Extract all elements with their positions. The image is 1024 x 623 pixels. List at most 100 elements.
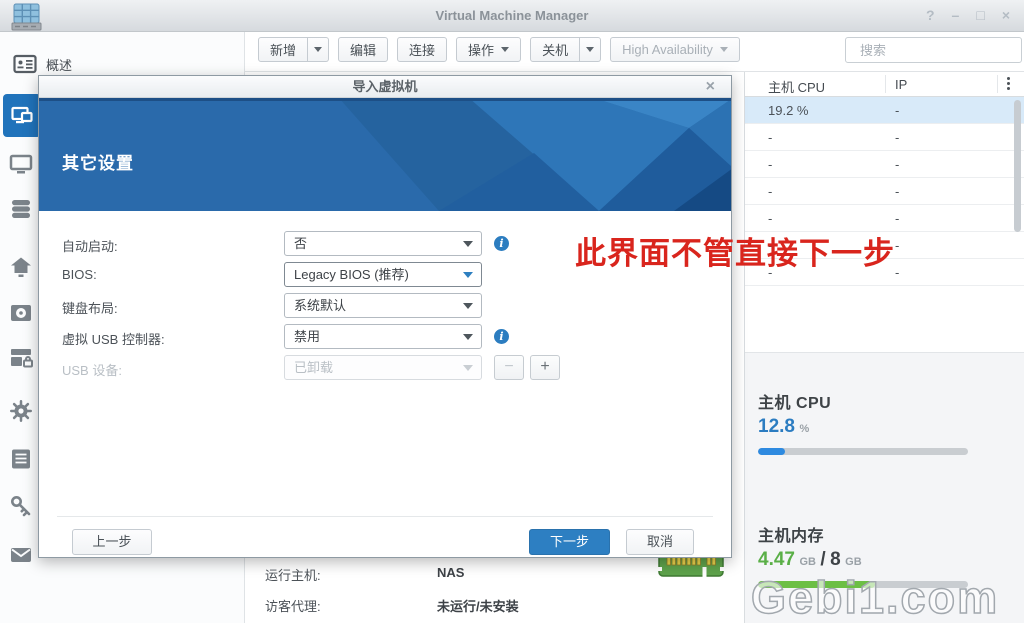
host-cpu-unit: % [799, 423, 809, 435]
virtual-machine-icon [10, 104, 34, 128]
chevron-down-icon [720, 47, 728, 52]
key-icon [9, 494, 33, 518]
sidebar-item-settings[interactable] [9, 399, 35, 425]
chevron-down-icon [463, 241, 473, 247]
log-list-icon [9, 447, 33, 471]
edit-button[interactable]: 编辑 [338, 37, 388, 62]
add-split-button: 新增 [258, 37, 329, 62]
high-availability-button[interactable]: High Availability [610, 37, 740, 62]
chevron-down-icon [586, 47, 594, 52]
sidebar-item-virtual-machine[interactable] [3, 94, 41, 137]
field-label: BIOS: [62, 267, 97, 282]
network-home-icon [9, 255, 33, 279]
form-row-usb-device: USB 设备: 已卸载 − + [39, 355, 731, 381]
autostart-select[interactable]: 否 [284, 231, 482, 256]
tutorial-annotation: 此界面不管直接下一步 [575, 228, 895, 273]
add-button[interactable]: 新增 [258, 37, 308, 62]
detail-label: 访客代理: [265, 596, 425, 615]
window-titlebar: Virtual Machine Manager ? – □ × [0, 0, 1024, 32]
dialog-section-title: 其它设置 [62, 149, 134, 174]
sidebar-item-protection[interactable] [9, 346, 35, 372]
usb-device-select: 已卸载 [284, 355, 482, 380]
table-row[interactable]: - - [745, 151, 1024, 178]
host-cpu-bar [758, 448, 968, 455]
close-window-button[interactable]: × [1002, 7, 1010, 24]
back-button[interactable]: 上一步 [72, 529, 152, 555]
add-dropdown-button[interactable] [308, 37, 329, 62]
info-icon[interactable]: i [494, 236, 509, 251]
dialog-close-button[interactable]: × [706, 76, 715, 97]
host-memory-total: 8 [830, 549, 841, 570]
column-ip[interactable]: IP [895, 77, 907, 92]
table-row[interactable]: - - [745, 124, 1024, 151]
table-scrollbar[interactable] [1014, 100, 1021, 232]
monitor-icon [9, 152, 33, 176]
action-button[interactable]: 操作 [456, 37, 521, 62]
maximize-button[interactable]: □ [976, 7, 984, 24]
add-usb-button[interactable]: + [530, 355, 560, 380]
shutdown-split-button: 关机 [530, 37, 601, 62]
table-row[interactable]: 19.2 % - [745, 97, 1024, 124]
vmm-window: Virtual Machine Manager ? – □ × 新增 编辑 连接… [0, 0, 1024, 623]
help-button[interactable]: ? [926, 7, 935, 24]
chevron-down-icon [463, 272, 473, 278]
shutdown-button[interactable]: 关机 [530, 37, 580, 62]
overview-card-icon [13, 52, 37, 76]
disk-image-icon [9, 301, 33, 325]
table-row[interactable]: - - [745, 178, 1024, 205]
search-input[interactable] [860, 43, 1024, 58]
dialog-title: 导入虚拟机 [352, 79, 417, 94]
field-label: 虚拟 USB 控制器: [62, 329, 165, 348]
gear-icon [9, 399, 33, 423]
column-menu-icon[interactable] [1007, 77, 1010, 80]
chevron-down-icon [501, 47, 509, 52]
form-row-usb-controller: 虚拟 USB 控制器: 禁用 i [39, 324, 731, 350]
keyboard-layout-select[interactable]: 系统默认 [284, 293, 482, 318]
host-memory-title: 主机内存 [758, 522, 968, 546]
window-title: Virtual Machine Manager [0, 8, 1024, 23]
sidebar-overview-label: 概述 [46, 55, 72, 74]
cancel-button[interactable]: 取消 [626, 529, 694, 555]
form-row-keyboard: 键盘布局: 系统默认 [39, 293, 731, 319]
chevron-down-icon [463, 303, 473, 309]
sidebar-item-log[interactable] [9, 447, 35, 473]
sidebar-item-image[interactable] [9, 301, 35, 327]
shutdown-dropdown-button[interactable] [580, 37, 601, 62]
connect-button[interactable]: 连接 [397, 37, 447, 62]
bios-select[interactable]: Legacy BIOS (推荐) [284, 262, 482, 287]
host-cpu-stat: 主机 CPU 12.8 % [758, 389, 968, 455]
import-vm-dialog: 导入虚拟机 × 其它设置 自动启动: 否 [38, 75, 732, 558]
minimize-button[interactable]: – [952, 7, 960, 24]
remove-usb-button[interactable]: − [494, 355, 524, 380]
detail-label: 运行主机: [265, 565, 425, 584]
column-host-cpu[interactable]: 主机 CPU [768, 77, 825, 96]
sidebar-item-storage[interactable] [9, 197, 35, 223]
info-icon[interactable]: i [494, 329, 509, 344]
sidebar-item-overview[interactable]: 概述 [13, 52, 72, 76]
chevron-down-icon [314, 47, 322, 52]
server-lock-icon [9, 346, 33, 370]
host-cpu-title: 主机 CPU [758, 389, 968, 413]
detail-value: NAS [437, 565, 464, 580]
sidebar-item-license[interactable] [9, 494, 35, 520]
sidebar-item-network[interactable] [9, 255, 35, 281]
detail-value: 未运行/未安装 [437, 596, 519, 615]
watermark: Gebi1.com [751, 572, 999, 623]
search-box [845, 37, 1022, 63]
dialog-footer: 上一步 下一步 取消 [57, 516, 713, 517]
sidebar-item-notification[interactable] [9, 543, 35, 569]
chevron-down-icon [463, 365, 473, 371]
host-cpu-value: 12.8 [758, 416, 795, 437]
next-button[interactable]: 下一步 [529, 529, 610, 555]
dialog-banner: 其它设置 [39, 98, 731, 211]
host-cpu-bar-fill [758, 448, 785, 455]
host-memory-used: 4.47 [758, 549, 795, 570]
dialog-titlebar: 导入虚拟机 × [39, 76, 731, 98]
field-label: 键盘布局: [62, 298, 118, 317]
vm-table-header: 主机 CPU IP [745, 72, 1024, 97]
field-label: USB 设备: [62, 360, 122, 379]
usb-controller-select[interactable]: 禁用 [284, 324, 482, 349]
sidebar-item-host[interactable] [9, 152, 35, 178]
mail-icon [9, 543, 33, 567]
chevron-down-icon [463, 334, 473, 340]
